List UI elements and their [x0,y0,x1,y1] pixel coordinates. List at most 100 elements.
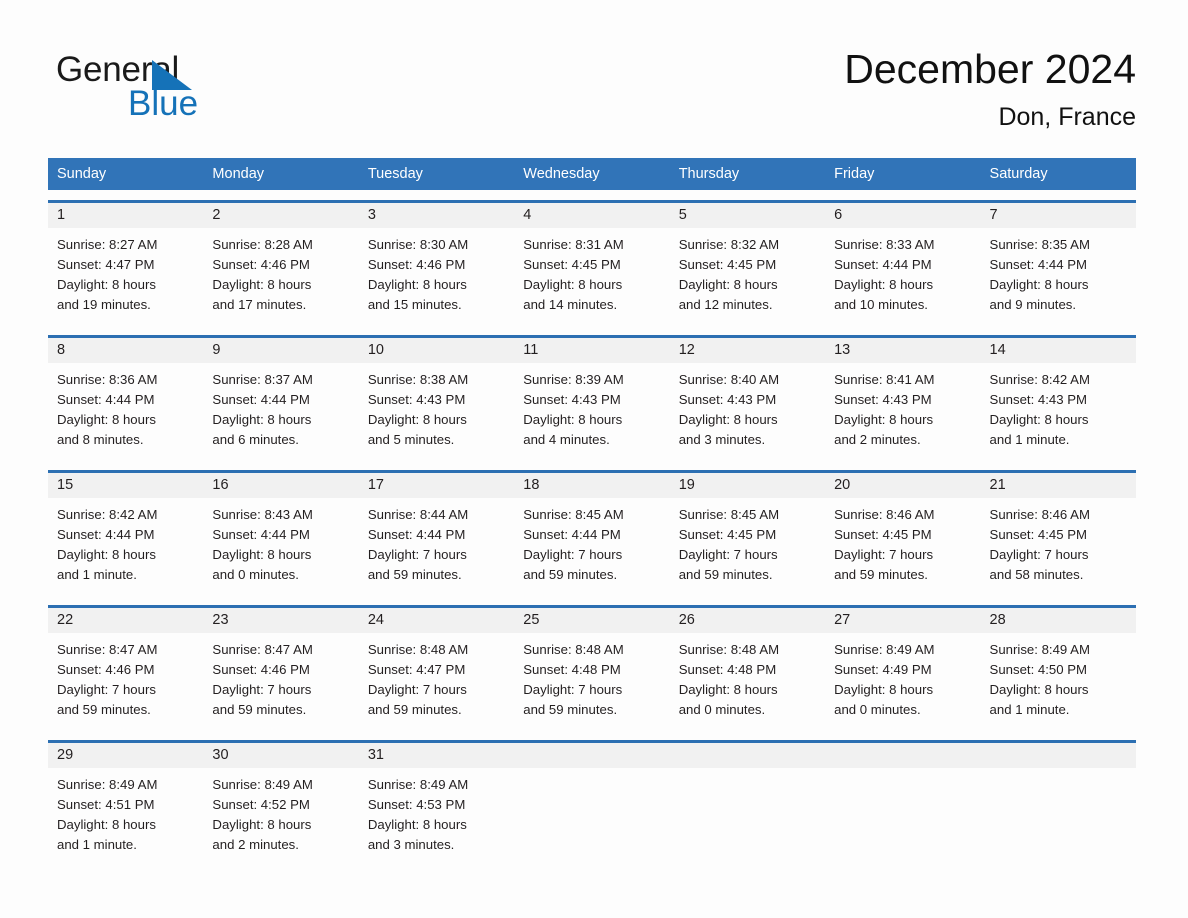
sunrise-text: Sunrise: 8:47 AM [57,642,158,657]
day-cell[interactable]: 5 Sunrise: 8:32 AM Sunset: 4:45 PM Dayli… [669,203,826,325]
sunset-text: Sunset: 4:44 PM [57,527,155,542]
day-number: 10 [358,338,515,363]
day-info: Sunrise: 8:43 AM Sunset: 4:44 PM Dayligh… [203,498,358,585]
day-cell[interactable]: 19 Sunrise: 8:45 AM Sunset: 4:45 PM Dayl… [669,473,826,595]
day-cell[interactable]: 6 Sunrise: 8:33 AM Sunset: 4:44 PM Dayli… [825,203,981,325]
day-number [980,743,1136,768]
day-info: Sunrise: 8:47 AM Sunset: 4:46 PM Dayligh… [203,633,358,720]
day-cell[interactable]: 29 Sunrise: 8:49 AM Sunset: 4:51 PM Dayl… [48,743,204,865]
day-cell[interactable]: 3 Sunrise: 8:30 AM Sunset: 4:46 PM Dayli… [358,203,515,325]
day-info: Sunrise: 8:49 AM Sunset: 4:49 PM Dayligh… [825,633,980,720]
day-info: Sunrise: 8:48 AM Sunset: 4:48 PM Dayligh… [670,633,825,720]
day-number: 19 [669,473,826,498]
day-cell[interactable]: 24 Sunrise: 8:48 AM Sunset: 4:47 PM Dayl… [358,608,515,730]
day-cell[interactable]: 21 Sunrise: 8:46 AM Sunset: 4:45 PM Dayl… [980,473,1136,595]
daylight-text-line2: and 8 minutes. [57,432,144,447]
day-number [825,743,981,768]
calendar-week-row: 15 Sunrise: 8:42 AM Sunset: 4:44 PM Dayl… [48,470,1136,595]
daylight-text-line1: Daylight: 8 hours [367,277,467,292]
calendar-table: Sunday Monday Tuesday Wednesday Thursday… [48,158,1136,865]
sunset-text: Sunset: 4:44 PM [57,392,155,407]
day-cell[interactable]: 18 Sunrise: 8:45 AM Sunset: 4:44 PM Dayl… [514,473,670,595]
daylight-text-line1: Daylight: 8 hours [367,817,467,832]
day-number: 24 [358,608,515,633]
day-cell[interactable]: 28 Sunrise: 8:49 AM Sunset: 4:50 PM Dayl… [980,608,1136,730]
sunrise-text: Sunrise: 8:46 AM [989,507,1090,522]
daylight-text-line1: Daylight: 7 hours [57,682,156,697]
sunset-text: Sunset: 4:47 PM [367,662,466,677]
day-cell[interactable]: 27 Sunrise: 8:49 AM Sunset: 4:49 PM Dayl… [825,608,981,730]
day-cell[interactable]: 25 Sunrise: 8:48 AM Sunset: 4:48 PM Dayl… [514,608,670,730]
day-cell[interactable]: 12 Sunrise: 8:40 AM Sunset: 4:43 PM Dayl… [669,338,826,460]
day-cell[interactable]: 13 Sunrise: 8:41 AM Sunset: 4:43 PM Dayl… [825,338,981,460]
day-cell[interactable]: 31 Sunrise: 8:49 AM Sunset: 4:53 PM Dayl… [358,743,515,865]
sunset-text: Sunset: 4:45 PM [678,527,777,542]
daylight-text-line1: Daylight: 8 hours [678,682,778,697]
day-cell[interactable]: 26 Sunrise: 8:48 AM Sunset: 4:48 PM Dayl… [669,608,826,730]
daylight-text-line1: Daylight: 8 hours [57,412,156,427]
page-subtitle-location: Don, France [998,103,1136,131]
day-cell[interactable]: 23 Sunrise: 8:47 AM Sunset: 4:46 PM Dayl… [203,608,359,730]
day-info: Sunrise: 8:30 AM Sunset: 4:46 PM Dayligh… [359,228,514,315]
page-title: December 2024 [844,46,1136,92]
day-cell[interactable]: 30 Sunrise: 8:49 AM Sunset: 4:52 PM Dayl… [203,743,359,865]
sunset-text: Sunset: 4:46 PM [212,662,310,677]
daylight-text-line2: and 14 minutes. [523,297,618,312]
daylight-text-line1: Daylight: 8 hours [834,277,934,292]
daylight-text-line2: and 15 minutes. [367,297,462,312]
sunset-text: Sunset: 4:43 PM [834,392,932,407]
daylight-text-line1: Daylight: 8 hours [678,412,778,427]
day-cell[interactable]: 20 Sunrise: 8:46 AM Sunset: 4:45 PM Dayl… [825,473,981,595]
day-info: Sunrise: 8:49 AM Sunset: 4:51 PM Dayligh… [48,768,203,855]
day-info: Sunrise: 8:48 AM Sunset: 4:48 PM Dayligh… [514,633,669,720]
daylight-text-line1: Daylight: 8 hours [989,412,1089,427]
weekday-header-row: Sunday Monday Tuesday Wednesday Thursday… [48,158,1136,190]
daylight-text-line1: Daylight: 8 hours [57,277,156,292]
daylight-text-line2: and 59 minutes. [523,567,618,582]
sunrise-text: Sunrise: 8:30 AM [367,237,469,252]
day-info: Sunrise: 8:36 AM Sunset: 4:44 PM Dayligh… [48,363,203,450]
day-cell[interactable]: 11 Sunrise: 8:39 AM Sunset: 4:43 PM Dayl… [514,338,670,460]
sunset-text: Sunset: 4:50 PM [989,662,1088,677]
daylight-text-line1: Daylight: 7 hours [523,682,623,697]
sunset-text: Sunset: 4:48 PM [523,662,621,677]
day-number: 27 [825,608,981,633]
sunset-text: Sunset: 4:44 PM [523,527,621,542]
day-info: Sunrise: 8:32 AM Sunset: 4:45 PM Dayligh… [670,228,825,315]
day-cell-empty [980,743,1136,865]
day-cell[interactable]: 22 Sunrise: 8:47 AM Sunset: 4:46 PM Dayl… [48,608,204,730]
title-block: December 2024 Don, France [844,44,1136,134]
sunset-text: Sunset: 4:44 PM [212,392,310,407]
day-cell[interactable]: 1 Sunrise: 8:27 AM Sunset: 4:47 PM Dayli… [48,203,204,325]
sunset-text: Sunset: 4:45 PM [523,257,621,272]
day-cell[interactable]: 4 Sunrise: 8:31 AM Sunset: 4:45 PM Dayli… [514,203,670,325]
daylight-text-line2: and 59 minutes. [367,567,462,582]
sunrise-text: Sunrise: 8:48 AM [678,642,780,657]
daylight-text-line1: Daylight: 8 hours [57,817,156,832]
day-cell[interactable]: 17 Sunrise: 8:44 AM Sunset: 4:44 PM Dayl… [358,473,515,595]
day-cell[interactable]: 2 Sunrise: 8:28 AM Sunset: 4:46 PM Dayli… [203,203,359,325]
day-number: 13 [825,338,981,363]
weekday-header-tuesday: Tuesday [367,166,423,182]
daylight-text-line1: Daylight: 8 hours [212,817,312,832]
day-cell[interactable]: 10 Sunrise: 8:38 AM Sunset: 4:43 PM Dayl… [358,338,515,460]
weekday-header-saturday: Saturday [989,166,1048,182]
day-number: 17 [358,473,515,498]
generalblue-logo[interactable]: General Blue [56,50,356,124]
sunrise-text: Sunrise: 8:27 AM [57,237,158,252]
daylight-text-line2: and 1 minute. [989,432,1070,447]
sunset-text: Sunset: 4:44 PM [367,527,466,542]
sunset-text: Sunset: 4:46 PM [367,257,466,272]
day-info: Sunrise: 8:49 AM Sunset: 4:53 PM Dayligh… [359,768,514,855]
day-cell[interactable]: 15 Sunrise: 8:42 AM Sunset: 4:44 PM Dayl… [48,473,204,595]
daylight-text-line2: and 19 minutes. [57,297,151,312]
day-cell[interactable]: 8 Sunrise: 8:36 AM Sunset: 4:44 PM Dayli… [48,338,204,460]
sunset-text: Sunset: 4:44 PM [989,257,1088,272]
day-cell[interactable]: 9 Sunrise: 8:37 AM Sunset: 4:44 PM Dayli… [203,338,359,460]
day-cell[interactable]: 7 Sunrise: 8:35 AM Sunset: 4:44 PM Dayli… [980,203,1136,325]
daylight-text-line1: Daylight: 8 hours [834,412,934,427]
day-cell[interactable]: 14 Sunrise: 8:42 AM Sunset: 4:43 PM Dayl… [980,338,1136,460]
day-cell[interactable]: 16 Sunrise: 8:43 AM Sunset: 4:44 PM Dayl… [203,473,359,595]
day-info: Sunrise: 8:44 AM Sunset: 4:44 PM Dayligh… [359,498,514,585]
day-cell-empty [669,743,826,865]
